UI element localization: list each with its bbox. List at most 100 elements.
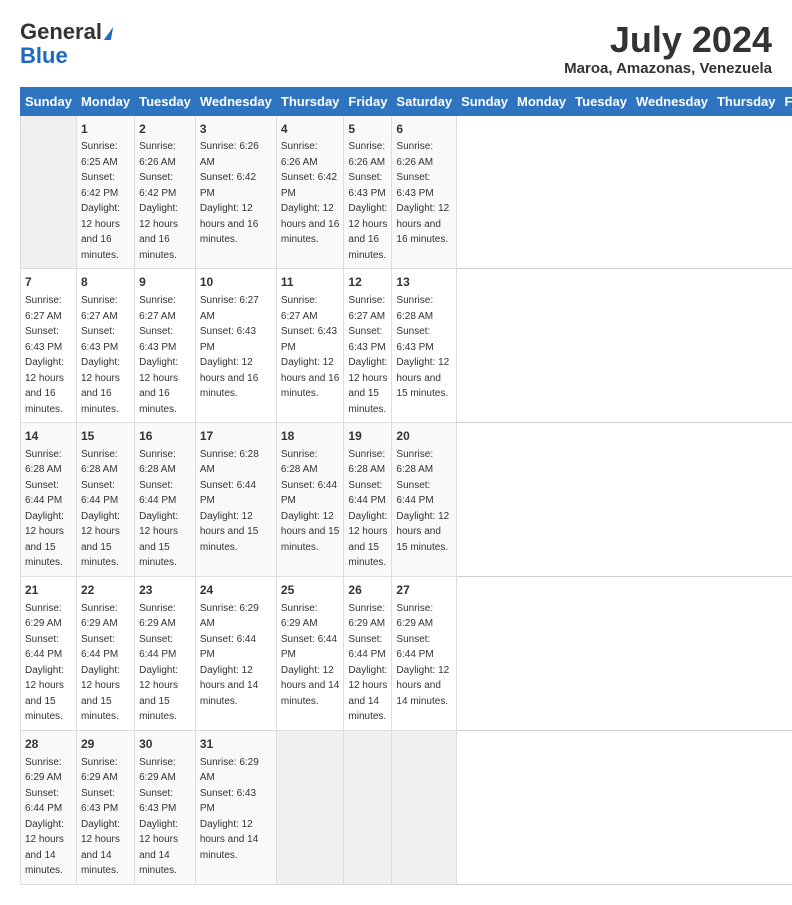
- day-info: Sunrise: 6:28 AMSunset: 6:44 PMDaylight:…: [396, 449, 449, 553]
- calendar-cell: 16 Sunrise: 6:28 AMSunset: 6:44 PMDayligh…: [135, 423, 196, 577]
- calendar-cell: 25Sunrise: 6:29 AMSunset: 6:44 PMDayligh…: [276, 576, 344, 730]
- day-number: 26: [348, 582, 387, 599]
- day-number: 21: [25, 582, 72, 599]
- header-wednesday: Wednesday: [195, 87, 276, 115]
- header-tuesday: Tuesday: [571, 87, 632, 115]
- calendar-cell: 8Sunrise: 6:27 AMSunset: 6:43 PMDaylight…: [76, 269, 134, 423]
- header-friday: Friday: [344, 87, 392, 115]
- day-info: Sunrise: 6:28 AMSunset: 6:44 PMDaylight:…: [348, 449, 387, 569]
- calendar-cell: [21, 115, 77, 269]
- day-info: Sunrise: 6:26 AMSunset: 6:42 PMDaylight:…: [281, 141, 339, 245]
- calendar-cell: 28 Sunrise: 6:29 AMSunset: 6:44 PMDayligh…: [21, 730, 77, 884]
- day-info: Sunrise: 6:27 AMSunset: 6:43 PMDaylight:…: [25, 295, 64, 415]
- day-number: 3: [200, 121, 272, 138]
- logo: General Blue: [20, 20, 112, 68]
- day-info: Sunrise: 6:28 AMSunset: 6:44 PMDaylight:…: [281, 449, 339, 553]
- calendar-cell: 3 Sunrise: 6:26 AMSunset: 6:42 PMDaylight…: [195, 115, 276, 269]
- header-monday: Monday: [513, 87, 571, 115]
- day-info: Sunrise: 6:26 AMSunset: 6:42 PMDaylight:…: [139, 141, 178, 261]
- calendar-cell: 26Sunrise: 6:29 AMSunset: 6:44 PMDayligh…: [344, 576, 392, 730]
- calendar-cell: 14 Sunrise: 6:28 AMSunset: 6:44 PMDayligh…: [21, 423, 77, 577]
- calendar-week-row: 21 Sunrise: 6:29 AMSunset: 6:44 PMDayligh…: [21, 576, 792, 730]
- day-info: Sunrise: 6:27 AMSunset: 6:43 PMDaylight:…: [81, 295, 120, 415]
- title-area: July 2024 Maroa, Amazonas, Venezuela: [564, 20, 772, 77]
- page-header: General Blue July 2024 Maroa, Amazonas, …: [20, 20, 772, 77]
- day-number: 1: [81, 121, 130, 138]
- calendar-cell: 17 Sunrise: 6:28 AMSunset: 6:44 PMDayligh…: [195, 423, 276, 577]
- day-number: 9: [139, 274, 191, 291]
- day-number: 11: [281, 274, 340, 291]
- calendar-week-row: 14 Sunrise: 6:28 AMSunset: 6:44 PMDayligh…: [21, 423, 792, 577]
- header-sunday: Sunday: [457, 87, 513, 115]
- day-info: Sunrise: 6:28 AMSunset: 6:44 PMDaylight:…: [139, 449, 178, 569]
- day-number: 15: [81, 428, 130, 445]
- day-info: Sunrise: 6:29 AMSunset: 6:44 PMDaylight:…: [81, 603, 120, 723]
- day-number: 18: [281, 428, 340, 445]
- header-monday: Monday: [76, 87, 134, 115]
- day-number: 12: [348, 274, 387, 291]
- day-info: Sunrise: 6:28 AMSunset: 6:44 PMDaylight:…: [81, 449, 120, 569]
- calendar-cell: 1 Sunrise: 6:25 AMSunset: 6:42 PMDaylight…: [76, 115, 134, 269]
- day-number: 28: [25, 736, 72, 753]
- month-title: July 2024: [564, 20, 772, 60]
- calendar-cell: 10 Sunrise: 6:27 AMSunset: 6:43 PMDayligh…: [195, 269, 276, 423]
- day-info: Sunrise: 6:29 AMSunset: 6:44 PMDaylight:…: [25, 757, 64, 877]
- calendar-week-row: 28 Sunrise: 6:29 AMSunset: 6:44 PMDayligh…: [21, 730, 792, 884]
- day-info: Sunrise: 6:29 AMSunset: 6:44 PMDaylight:…: [200, 603, 259, 707]
- day-info: Sunrise: 6:27 AMSunset: 6:43 PMDaylight:…: [139, 295, 178, 415]
- day-info: Sunrise: 6:27 AMSunset: 6:43 PMDaylight:…: [348, 295, 387, 415]
- day-info: Sunrise: 6:29 AMSunset: 6:43 PMDaylight:…: [81, 757, 120, 877]
- day-number: 19: [348, 428, 387, 445]
- calendar-cell: 13Sunrise: 6:28 AMSunset: 6:43 PMDayligh…: [392, 269, 457, 423]
- day-number: 31: [200, 736, 272, 753]
- day-number: 24: [200, 582, 272, 599]
- day-info: Sunrise: 6:26 AMSunset: 6:42 PMDaylight:…: [200, 141, 259, 245]
- calendar-header-row: SundayMondayTuesdayWednesdayThursdayFrid…: [21, 87, 792, 115]
- day-number: 23: [139, 582, 191, 599]
- day-info: Sunrise: 6:28 AMSunset: 6:44 PMDaylight:…: [200, 449, 259, 553]
- day-number: 27: [396, 582, 452, 599]
- day-number: 10: [200, 274, 272, 291]
- day-number: 7: [25, 274, 72, 291]
- calendar-cell: 11 Sunrise: 6:27 AMSunset: 6:43 PMDayligh…: [276, 269, 344, 423]
- day-number: 17: [200, 428, 272, 445]
- calendar-table: SundayMondayTuesdayWednesdayThursdayFrid…: [20, 87, 792, 885]
- day-number: 22: [81, 582, 130, 599]
- day-info: Sunrise: 6:29 AMSunset: 6:44 PMDaylight:…: [25, 603, 64, 723]
- calendar-cell: 21 Sunrise: 6:29 AMSunset: 6:44 PMDayligh…: [21, 576, 77, 730]
- logo-general: General: [20, 20, 112, 44]
- day-number: 16: [139, 428, 191, 445]
- day-number: 14: [25, 428, 72, 445]
- header-saturday: Saturday: [392, 87, 457, 115]
- header-tuesday: Tuesday: [135, 87, 196, 115]
- calendar-week-row: 7 Sunrise: 6:27 AMSunset: 6:43 PMDaylight…: [21, 269, 792, 423]
- calendar-cell: 5Sunrise: 6:26 AMSunset: 6:43 PMDaylight…: [344, 115, 392, 269]
- header-thursday: Thursday: [276, 87, 344, 115]
- logo-blue: Blue: [20, 44, 68, 68]
- calendar-cell: [276, 730, 344, 884]
- calendar-cell: [392, 730, 457, 884]
- calendar-cell: 19 Sunrise: 6:28 AMSunset: 6:44 PMDayligh…: [344, 423, 392, 577]
- day-number: 5: [348, 121, 387, 138]
- day-number: 2: [139, 121, 191, 138]
- day-info: Sunrise: 6:25 AMSunset: 6:42 PMDaylight:…: [81, 141, 120, 261]
- calendar-week-row: 1 Sunrise: 6:25 AMSunset: 6:42 PMDaylight…: [21, 115, 792, 269]
- day-info: Sunrise: 6:29 AMSunset: 6:44 PMDaylight:…: [281, 603, 339, 707]
- day-info: Sunrise: 6:28 AMSunset: 6:44 PMDaylight:…: [25, 449, 64, 569]
- calendar-cell: 27 Sunrise: 6:29 AMSunset: 6:44 PMDayligh…: [392, 576, 457, 730]
- header-wednesday: Wednesday: [631, 87, 712, 115]
- day-info: Sunrise: 6:26 AMSunset: 6:43 PMDaylight:…: [396, 141, 449, 245]
- calendar-cell: 20 Sunrise: 6:28 AMSunset: 6:44 PMDayligh…: [392, 423, 457, 577]
- calendar-cell: 29Sunrise: 6:29 AMSunset: 6:43 PMDayligh…: [76, 730, 134, 884]
- day-info: Sunrise: 6:27 AMSunset: 6:43 PMDaylight:…: [200, 295, 259, 399]
- calendar-cell: 18 Sunrise: 6:28 AMSunset: 6:44 PMDayligh…: [276, 423, 344, 577]
- day-number: 20: [396, 428, 452, 445]
- calendar-cell: 4Sunrise: 6:26 AMSunset: 6:42 PMDaylight…: [276, 115, 344, 269]
- location: Maroa, Amazonas, Venezuela: [564, 60, 772, 77]
- calendar-cell: 31Sunrise: 6:29 AMSunset: 6:43 PMDayligh…: [195, 730, 276, 884]
- calendar-cell: [344, 730, 392, 884]
- day-info: Sunrise: 6:27 AMSunset: 6:43 PMDaylight:…: [281, 295, 339, 399]
- day-info: Sunrise: 6:29 AMSunset: 6:44 PMDaylight:…: [396, 603, 449, 707]
- header-sunday: Sunday: [21, 87, 77, 115]
- calendar-cell: 15 Sunrise: 6:28 AMSunset: 6:44 PMDayligh…: [76, 423, 134, 577]
